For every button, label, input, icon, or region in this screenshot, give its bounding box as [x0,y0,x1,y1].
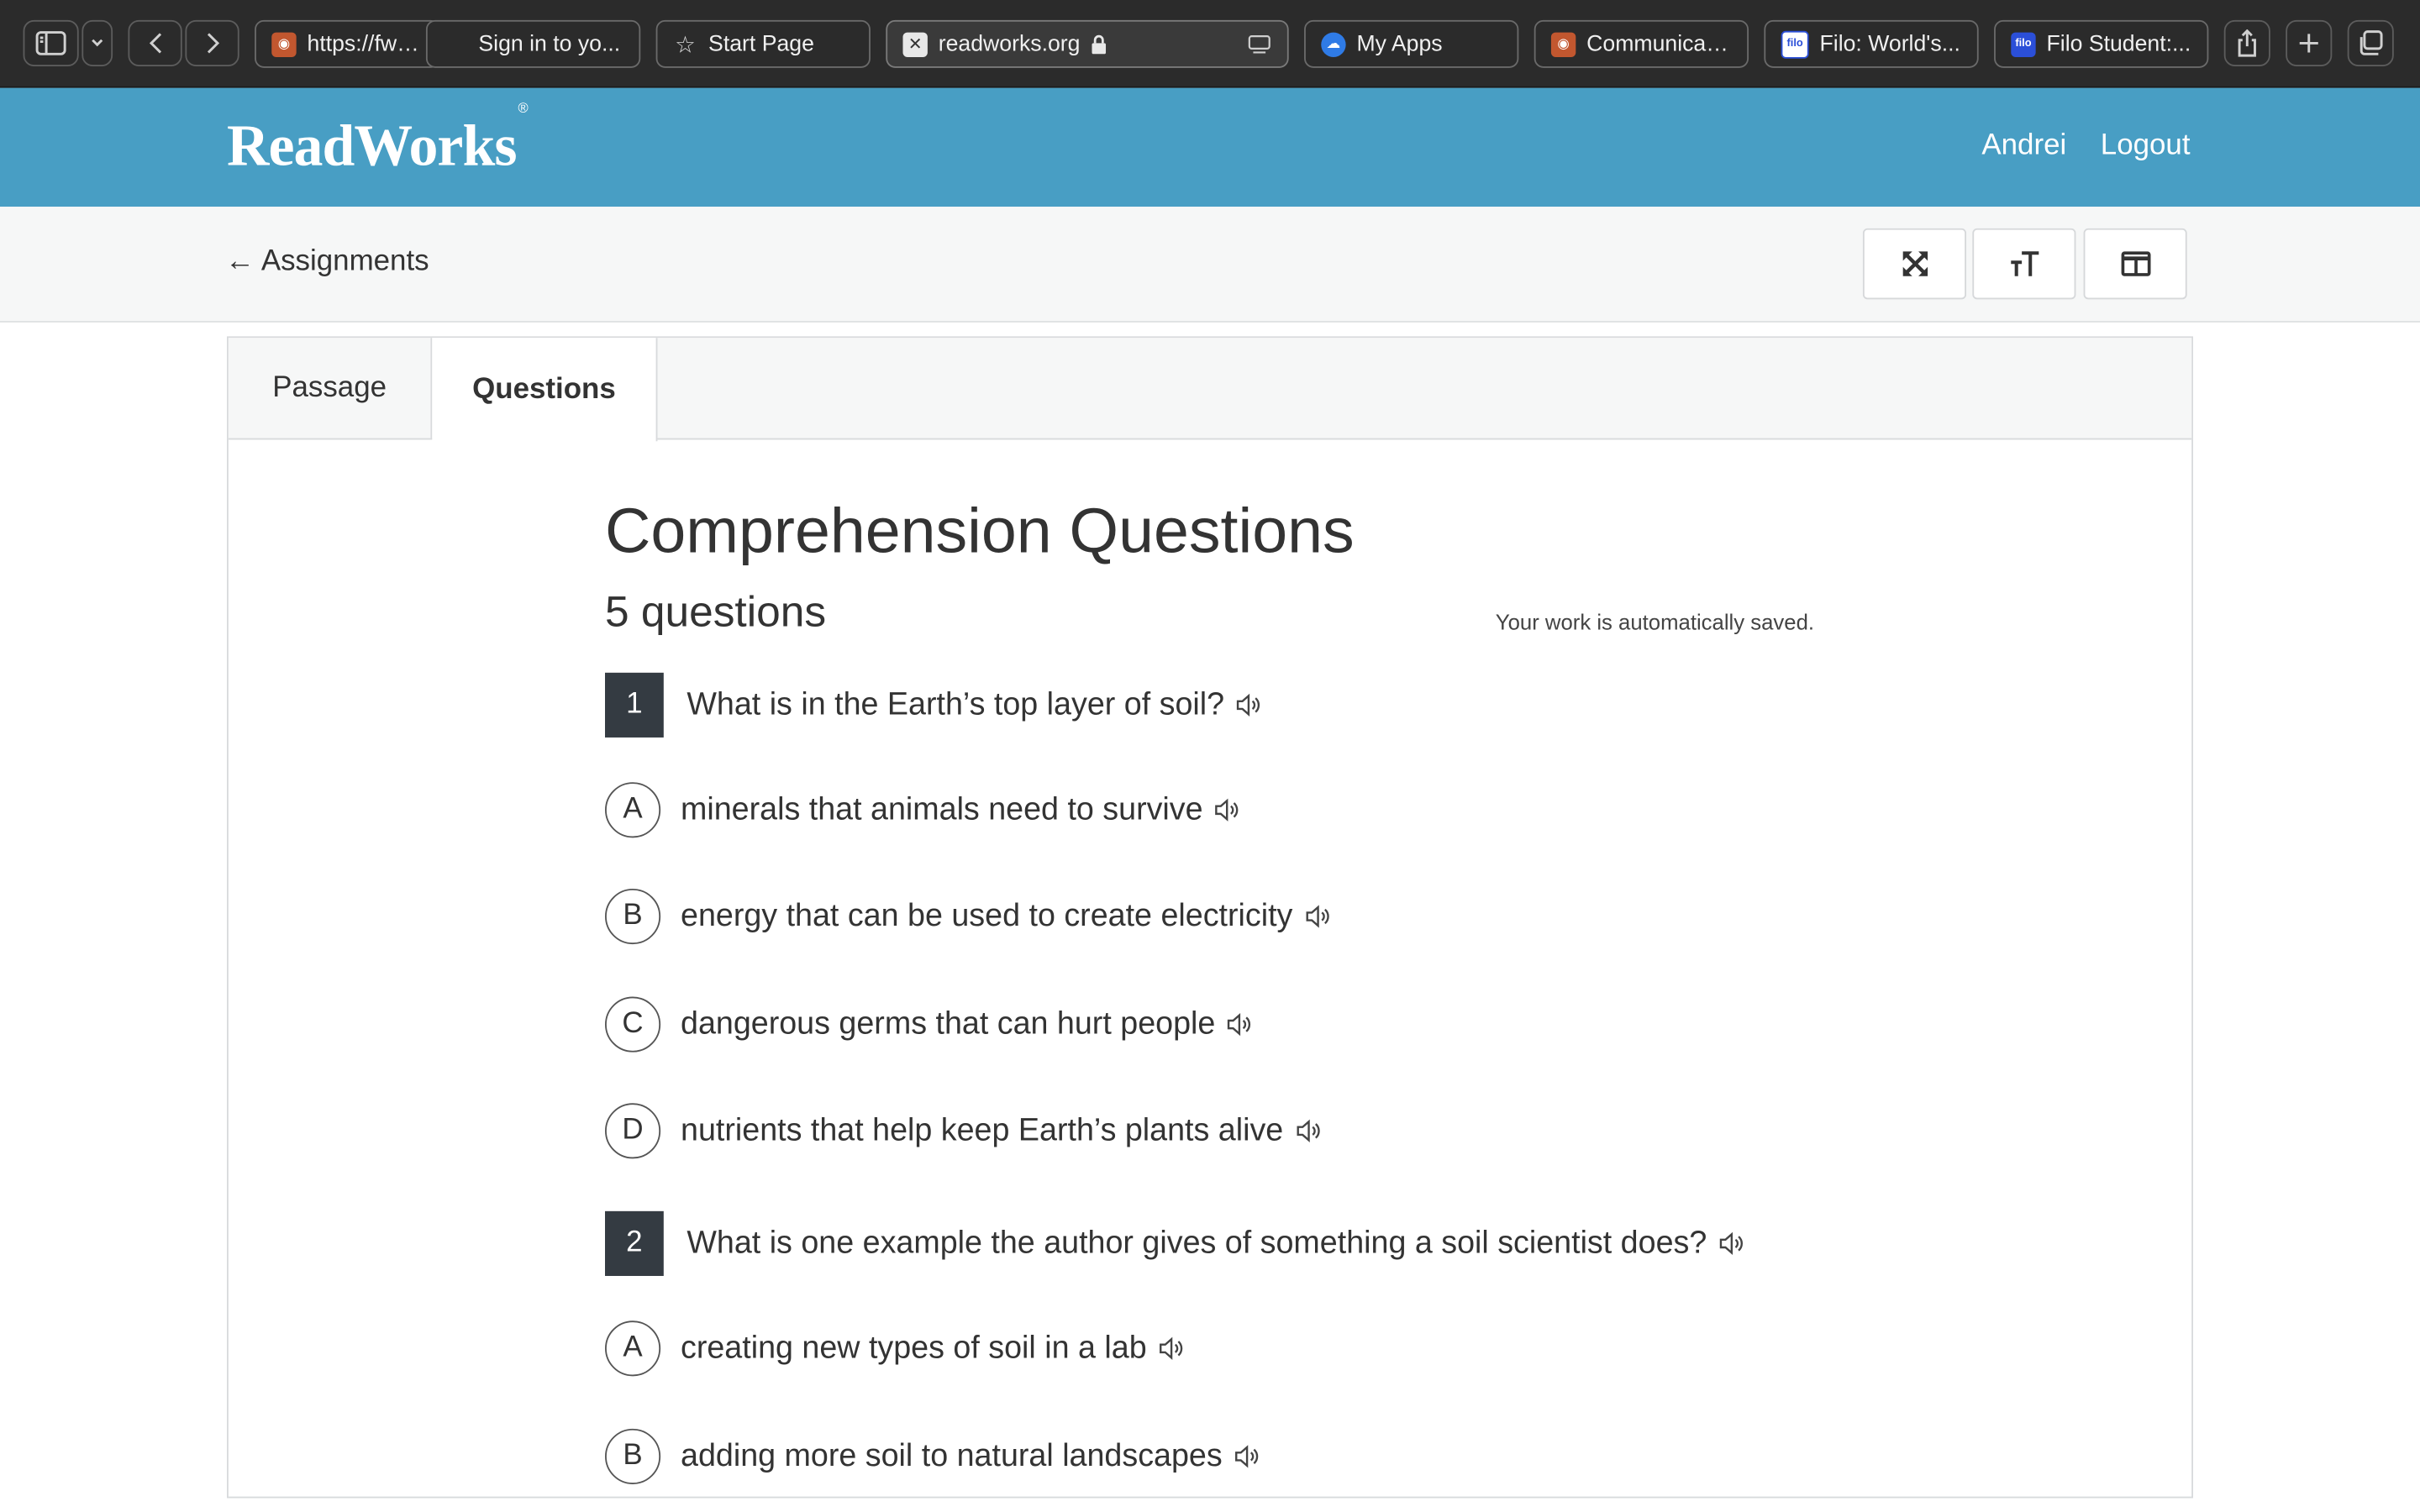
share-icon [2238,29,2256,57]
lock-icon [1092,34,1106,54]
tab-label: Sign in to yo... [478,31,621,57]
sidebar-toggle-button[interactable] [23,19,79,66]
filo-icon: filo [1781,29,1809,58]
browser-tab-active[interactable]: ✕ readworks.org [886,19,1289,68]
speaker-icon[interactable] [1235,693,1263,717]
browser-tab[interactable]: ◉ https://fwisd [255,19,440,68]
answer-option[interactable]: B energy that can be used to create elec… [605,888,1331,945]
tab-label: Communicati... [1586,31,1732,57]
question-text: What is one example the author gives of … [687,1225,1707,1261]
chevron-down-icon [92,39,103,47]
page-title: Comprehension Questions [605,495,1355,567]
tab-label: My Apps [1356,31,1443,57]
speaker-icon[interactable] [1294,1119,1322,1143]
back-to-assignments-link[interactable]: ← Assignments [225,245,429,279]
browser-tab[interactable]: ☆ Start Page [655,19,871,68]
fullscreen-button[interactable] [1862,228,1966,300]
option-text[interactable]: energy that can be used to create electr… [681,898,1292,935]
chevron-right-icon [207,33,219,54]
question-2: 2 What is one example the author gives o… [605,1210,1745,1276]
option-letter[interactable]: C [605,996,661,1053]
browser-tab[interactable]: Sign in to yo... [425,19,641,68]
readworks-logo[interactable]: ReadWorks® [227,101,529,181]
star-icon: ☆ [675,31,696,58]
speaker-icon[interactable] [1303,904,1331,928]
site-header: ReadWorks® Andrei Logout [0,87,2420,207]
speaker-icon[interactable] [1213,798,1241,822]
answer-option[interactable]: A creating new types of soil in a lab [605,1320,1186,1377]
browser-tab[interactable]: filo Filo Student:... [1994,19,2209,68]
sidebar-icon [35,31,66,55]
text-size-icon [2010,251,2039,276]
assignment-card: Passage Questions Comprehension Question… [227,336,2193,1499]
logout-link[interactable]: Logout [2101,129,2191,163]
assignment-toolbar: ← Assignments [0,207,2420,323]
option-letter[interactable]: D [605,1103,661,1159]
option-text[interactable]: minerals that animals need to survive [681,791,1203,828]
question-text: What is in the Earth’s top layer of soil… [687,686,1225,722]
tab-overview-button[interactable] [2347,19,2394,66]
back-button[interactable] [128,19,182,66]
reader-icon[interactable] [1247,33,1271,55]
user-name-link[interactable]: Andrei [1981,129,2066,163]
tab-passage[interactable]: Passage [229,338,433,440]
tab-label: https://fwisd [307,31,424,57]
split-view-button[interactable] [2083,228,2187,300]
question-1: 1 What is in the Earth’s top layer of so… [605,672,1263,738]
question-number: 1 [605,672,664,738]
option-text[interactable]: nutrients that help keep Earth’s plants … [681,1112,1283,1149]
close-icon[interactable]: ✕ [902,31,928,57]
browser-tab[interactable]: filo Filo: World's... [1764,19,1979,68]
option-text[interactable]: creating new types of soil in a lab [681,1330,1147,1367]
expand-icon [1902,251,1928,276]
tab-label: Filo: World's... [1819,31,1960,57]
question-count: 5 questions [605,587,827,636]
option-letter[interactable]: A [605,782,661,838]
split-view-icon [2120,251,2150,276]
content-tabs: Passage Questions [228,338,2192,442]
text-size-button[interactable] [1972,228,2076,300]
answer-option[interactable]: D nutrients that help keep Earth’s plant… [605,1103,1322,1159]
option-letter[interactable]: B [605,888,661,945]
owl-icon: ◉ [271,31,297,57]
cloud-icon: ☁ [1321,31,1346,57]
tab-questions[interactable]: Questions [432,338,658,442]
tab-overview-icon [2360,30,2383,55]
speaker-icon[interactable] [1226,1012,1254,1037]
browser-tab[interactable]: ☁ My Apps [1304,19,1519,68]
tab-label: Filo Student:... [2046,31,2191,57]
answer-option[interactable]: C dangerous germs that can hurt people [605,996,1254,1053]
tab-label: readworks.org [938,31,1081,57]
option-letter[interactable]: A [605,1320,661,1377]
speaker-icon[interactable] [1234,1444,1261,1468]
share-button[interactable] [2223,19,2270,66]
autosave-note: Your work is automatically saved. [1495,609,1815,634]
sidebar-menu-button[interactable] [82,19,113,66]
chevron-left-icon [149,33,161,54]
browser-tab[interactable]: ◉ Communicati... [1534,19,1749,68]
tab-label: Start Page [708,31,814,57]
forward-button[interactable] [185,19,239,66]
option-text[interactable]: dangerous germs that can hurt people [681,1006,1215,1043]
option-text[interactable]: adding more soil to natural landscapes [681,1438,1223,1475]
option-letter[interactable]: B [605,1428,661,1484]
answer-option[interactable]: B adding more soil to natural landscapes [605,1428,1261,1484]
speaker-icon[interactable] [1718,1231,1745,1256]
new-tab-button[interactable] [2286,19,2333,66]
speaker-icon[interactable] [1158,1336,1186,1361]
question-number: 2 [605,1210,664,1276]
microsoft-icon [443,33,467,56]
answer-option[interactable]: A minerals that animals need to survive [605,782,1242,838]
filo-icon: filo [2011,31,2036,57]
browser-toolbar: ◉ https://fwisd Sign in to yo... ☆ Start… [0,0,2420,88]
owl-icon: ◉ [1550,31,1576,57]
plus-icon [2299,34,2318,53]
